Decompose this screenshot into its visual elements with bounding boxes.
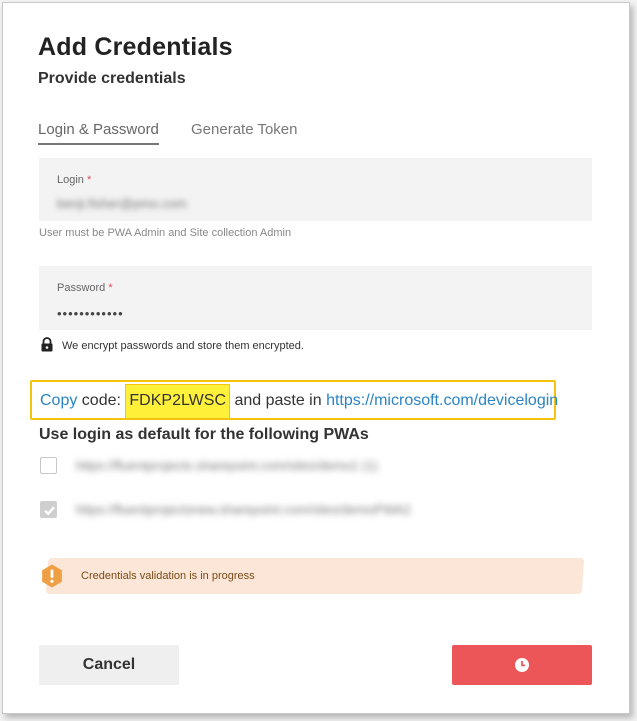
pwa-url: https://fluentprojectsnew.sharepoint.com… [76, 502, 411, 517]
code-label: code: [77, 392, 126, 409]
devicelogin-link[interactable]: https://microsoft.com/devicelogin [326, 392, 558, 409]
paste-text: and paste in [230, 392, 327, 409]
checkmark-icon [44, 506, 55, 516]
device-code-line: Copy code: FDKP2LWSC and paste in https:… [40, 384, 558, 419]
encrypt-note-text: We encrypt passwords and store them encr… [62, 340, 304, 352]
password-field[interactable]: Password * •••••••••••• [39, 266, 592, 330]
tab-login-password[interactable]: Login & Password [38, 121, 159, 145]
tab-generate-token[interactable]: Generate Token [191, 121, 297, 143]
device-code-box: Copy code: FDKP2LWSC and paste in https:… [30, 380, 558, 420]
pwa-url: https://fluentprojects.sharepoint.com/si… [76, 458, 379, 473]
password-label: Password * [57, 282, 113, 294]
pwa-checkbox[interactable] [40, 501, 57, 518]
login-label: Login * [57, 174, 92, 186]
lock-icon [40, 337, 54, 355]
alert-message: Credentials validation is in progress [81, 570, 255, 582]
pwa-heading: Use login as default for the following P… [39, 426, 369, 443]
login-hint: User must be PWA Admin and Site collecti… [39, 227, 292, 239]
exclamation-icon [39, 563, 65, 594]
add-credentials-dialog: Add Credentials Provide credentials Logi… [2, 2, 630, 714]
required-mark: * [86, 174, 92, 186]
login-field[interactable]: Login * benji.fisher@pmo.com [39, 158, 592, 221]
login-value: benji.fisher@pmo.com [57, 196, 187, 211]
password-value: •••••••••••• [57, 306, 124, 321]
pwa-checkbox[interactable] [40, 457, 57, 474]
dialog-subtitle: Provide credentials [38, 70, 186, 87]
validation-alert: Credentials validation is in progress [39, 558, 585, 594]
copy-code-link[interactable]: Copy [40, 392, 77, 409]
device-code: FDKP2LWSC [125, 384, 230, 419]
required-mark: * [108, 282, 113, 294]
clock-icon [514, 657, 530, 676]
dialog-title: Add Credentials [38, 33, 233, 61]
submit-button[interactable] [452, 645, 592, 685]
cancel-button[interactable]: Cancel [39, 645, 179, 685]
